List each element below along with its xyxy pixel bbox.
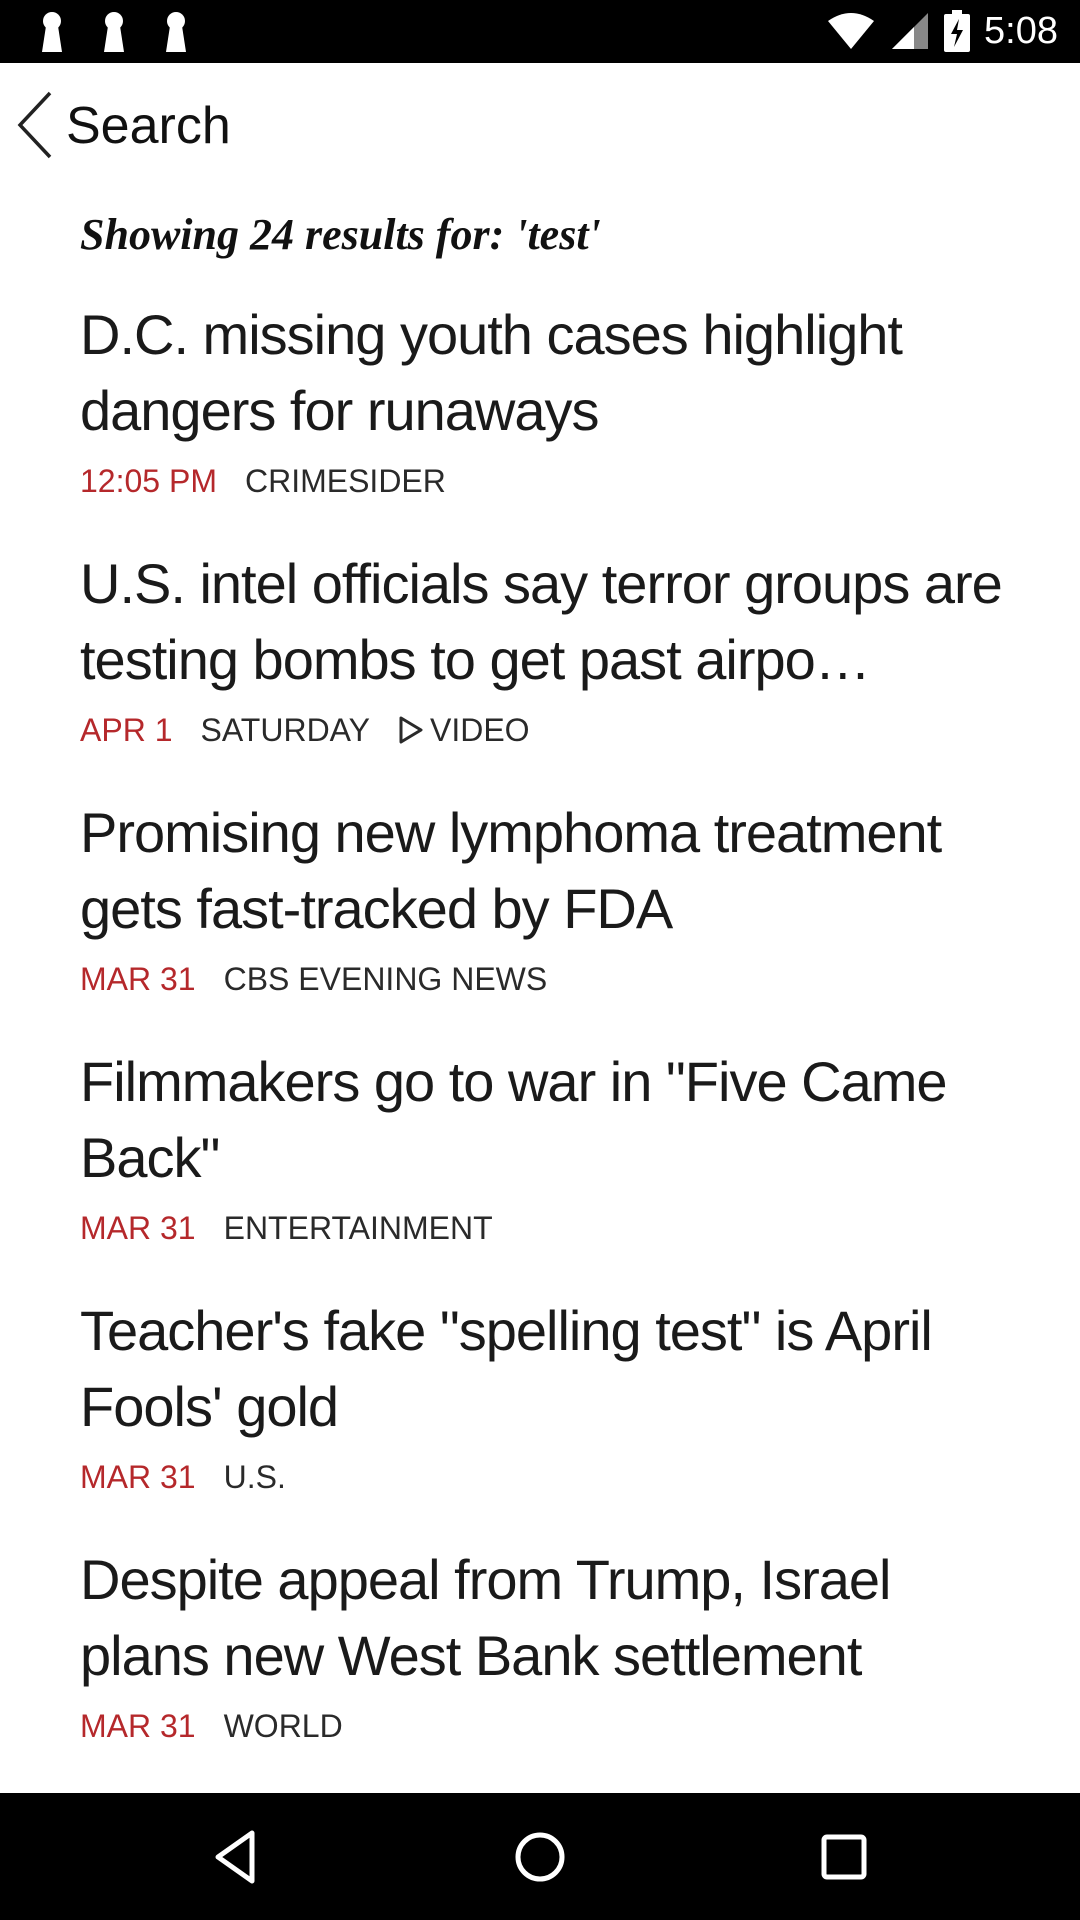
result-item[interactable]: D.C. missing youth cases highlight dange… (80, 297, 1015, 546)
keyhole-icon (104, 12, 124, 52)
wifi-icon (828, 13, 875, 49)
play-icon (399, 716, 423, 744)
result-item[interactable]: Filmmakers go to war in "Five Came Back"… (80, 1044, 1015, 1293)
result-meta: APR 1 SATURDAY VIDEO (80, 708, 1015, 752)
result-headline[interactable]: Despite appeal from Trump, Israel plans … (80, 1542, 1015, 1694)
result-headline[interactable]: Filmmakers go to war in "Five Came Back" (80, 1044, 1015, 1196)
chevron-left-icon (17, 91, 52, 159)
result-headline[interactable]: U.S. intel officials say terror groups a… (80, 546, 1015, 698)
system-nav-bar (0, 1793, 1080, 1920)
video-label: VIDEO (429, 712, 530, 748)
result-meta: 12:05 PM CRIMESIDER (80, 459, 1015, 503)
status-bar: 5:08 (0, 0, 1080, 63)
video-badge: VIDEO (398, 708, 530, 752)
battery-charging-icon (944, 10, 971, 52)
notification-icons (30, 10, 198, 54)
app-bar: Search (0, 63, 1080, 187)
result-date: MAR 31 (80, 1459, 196, 1495)
result-category: ENTERTAINMENT (223, 1210, 493, 1246)
result-category: WORLD (223, 1708, 343, 1744)
nav-recents-button[interactable] (808, 1821, 880, 1893)
result-meta: MAR 31 U.S. (80, 1455, 1015, 1499)
back-button[interactable] (10, 85, 66, 165)
system-status-icons: 5:08 (826, 8, 1058, 54)
result-date: APR 1 (80, 712, 173, 748)
result-date: MAR 31 (80, 1210, 196, 1246)
result-meta: MAR 31 ENTERTAINMENT (80, 1206, 1015, 1250)
result-headline[interactable]: Promising new lymphoma treatment gets fa… (80, 795, 1015, 947)
result-headline[interactable]: Teacher's fake "spelling test" is April … (80, 1293, 1015, 1445)
nav-recents-icon (821, 1834, 867, 1880)
nav-home-icon (515, 1832, 565, 1882)
result-item[interactable]: Teacher's fake "spelling test" is April … (80, 1293, 1015, 1542)
result-item[interactable]: Despite appeal from Trump, Israel plans … (80, 1542, 1015, 1791)
results-list: D.C. missing youth cases highlight dange… (80, 297, 1015, 1791)
result-category: CBS EVENING NEWS (223, 961, 548, 997)
nav-back-icon (215, 1830, 255, 1884)
result-date: MAR 31 (80, 1708, 196, 1744)
search-results-page[interactable]: Showing 24 results for: 'test' D.C. miss… (0, 187, 1080, 1793)
results-summary: Showing 24 results for: 'test' (80, 210, 601, 259)
result-item[interactable]: U.S. intel officials say terror groups a… (80, 546, 1015, 795)
result-meta: MAR 31 WORLD (80, 1704, 1015, 1748)
keyhole-icon (42, 12, 62, 52)
result-headline[interactable]: D.C. missing youth cases highlight dange… (80, 297, 1015, 449)
status-time: 5:08 (984, 10, 1058, 52)
page-title: Search (66, 97, 231, 155)
nav-back-button[interactable] (200, 1821, 272, 1893)
nav-home-button[interactable] (504, 1821, 576, 1893)
result-meta: MAR 31 CBS EVENING NEWS (80, 957, 1015, 1001)
cell-signal-icon (892, 13, 929, 49)
result-category: SATURDAY (200, 712, 370, 748)
keyhole-icon (166, 12, 186, 52)
result-category: CRIMESIDER (244, 463, 446, 499)
result-category: U.S. (223, 1459, 286, 1495)
result-date: MAR 31 (80, 961, 196, 997)
result-item[interactable]: Promising new lymphoma treatment gets fa… (80, 795, 1015, 1044)
result-date: 12:05 PM (80, 463, 217, 499)
